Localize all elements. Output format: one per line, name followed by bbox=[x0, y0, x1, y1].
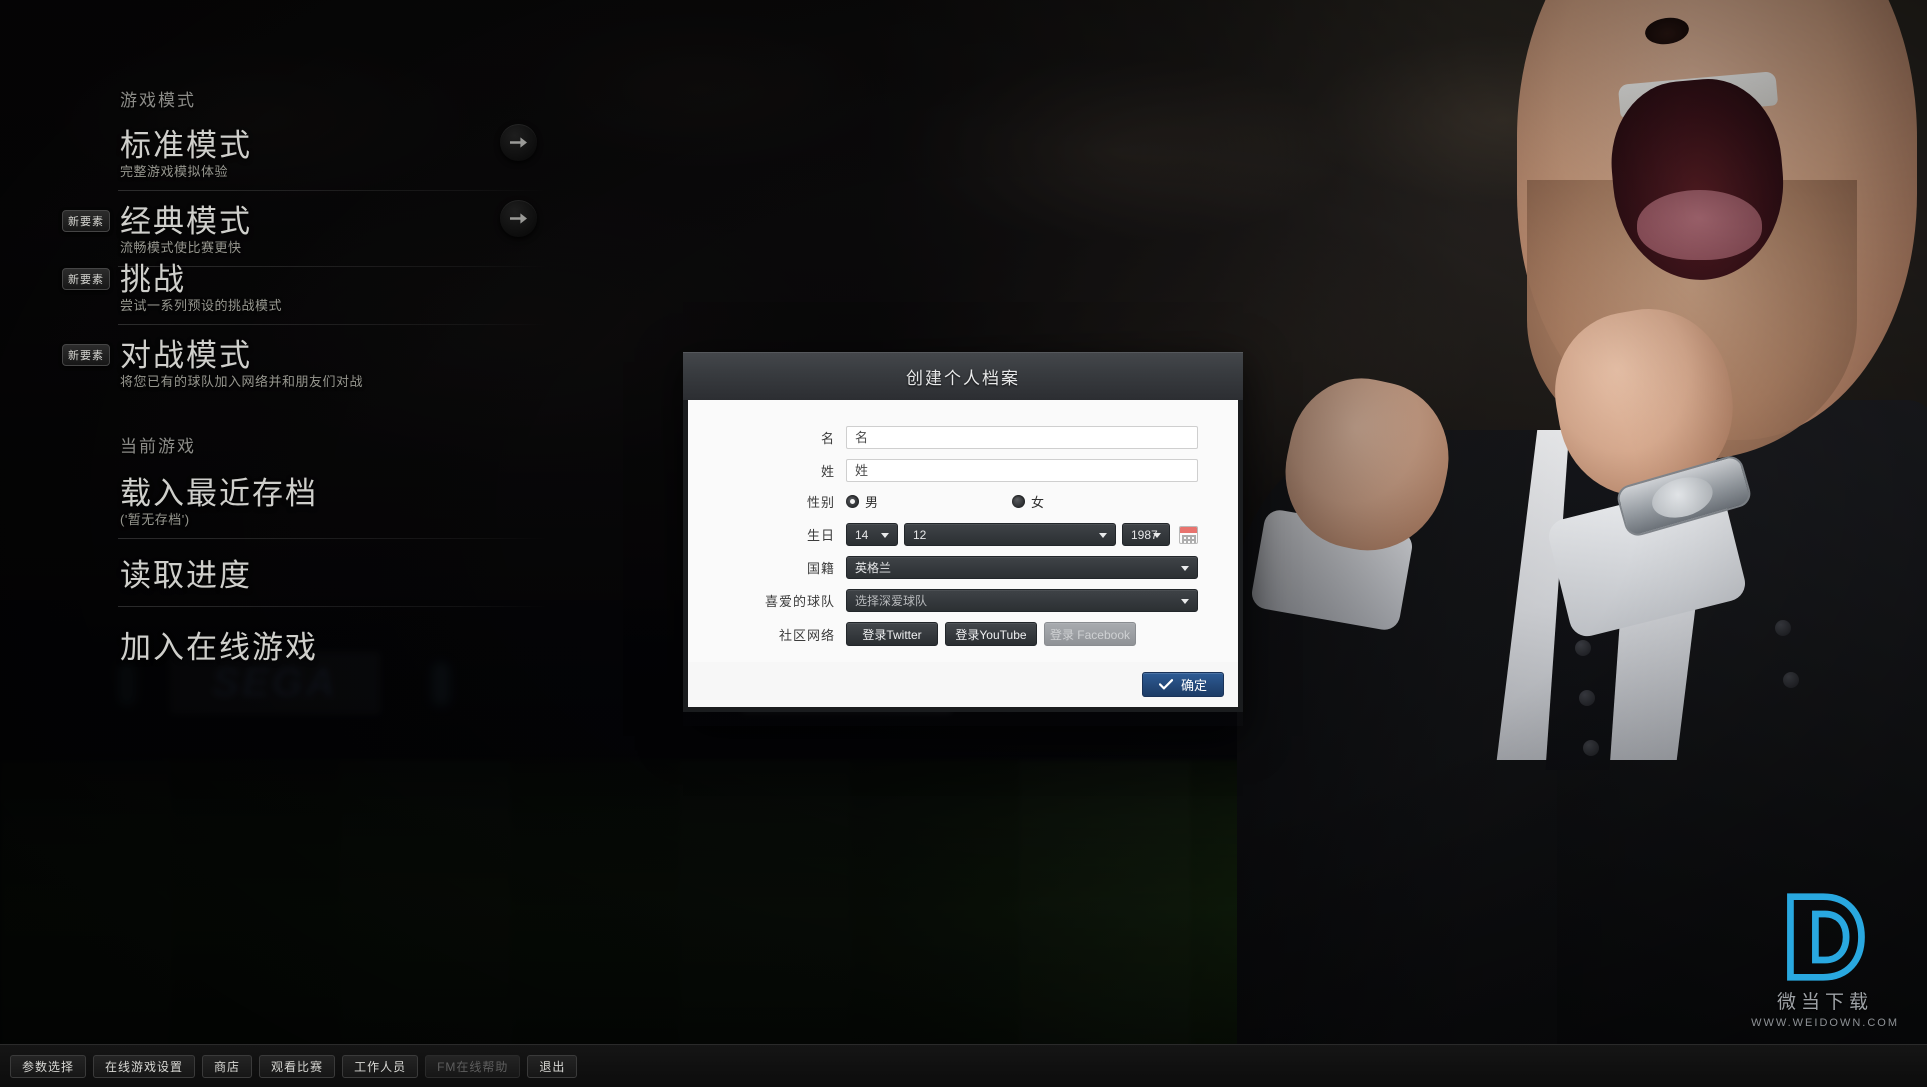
menu-divider bbox=[118, 324, 548, 325]
menu-divider bbox=[118, 190, 548, 191]
new-feature-badge: 新要素 bbox=[62, 268, 110, 290]
chevron-down-icon bbox=[1181, 565, 1189, 571]
confirm-button[interactable]: 确定 bbox=[1141, 672, 1224, 697]
menu-item-subtitle: 尝试一系列预设的挑战模式 bbox=[120, 298, 283, 313]
new-feature-badge: 新要素 bbox=[62, 344, 110, 366]
gender-radio-female[interactable]: 女 bbox=[1012, 492, 1044, 511]
field-row-gender: 性别 男 女 bbox=[728, 492, 1198, 511]
favourite-team-value: 选择深爱球队 bbox=[855, 594, 928, 608]
chevron-down-icon bbox=[1181, 598, 1189, 604]
first-name-input[interactable] bbox=[846, 426, 1198, 449]
menu-item-title: 对战模式 bbox=[120, 338, 252, 373]
create-profile-dialog: 创建个人档案 名 姓 bbox=[683, 352, 1243, 712]
field-row-favourite-team: 喜爱的球队 选择深爱球队 bbox=[728, 589, 1198, 612]
taskbar-button-watch-match[interactable]: 观看比赛 bbox=[259, 1054, 336, 1078]
birthday-month-value: 12 bbox=[913, 527, 927, 542]
social-label: 社区网络 bbox=[778, 627, 835, 643]
login-facebook-button: 登录 Facebook bbox=[1044, 622, 1136, 646]
favourite-team-select[interactable]: 选择深爱球队 bbox=[846, 589, 1198, 612]
chevron-down-icon bbox=[1153, 532, 1161, 538]
last-name-input[interactable] bbox=[846, 459, 1198, 482]
menu-item-title: 读取进度 bbox=[120, 558, 252, 593]
menu-divider bbox=[118, 606, 548, 607]
birthday-day-value: 14 bbox=[855, 527, 869, 542]
radio-selected-icon bbox=[846, 495, 859, 508]
birthday-label: 生日 bbox=[806, 528, 835, 543]
field-row-social: 社区网络 登录Twitter 登录YouTube 登录 Facebook bbox=[728, 622, 1198, 646]
menu-item-title: 标准模式 bbox=[120, 128, 252, 163]
weidown-logo-icon bbox=[1787, 893, 1865, 981]
menu-item-subtitle: 完整游戏模拟体验 bbox=[120, 164, 229, 179]
taskbar-button-exit[interactable]: 退出 bbox=[527, 1054, 578, 1078]
gender-label: 性别 bbox=[806, 495, 835, 510]
taskbar-button-fm-online-help: FM在线帮助 bbox=[425, 1054, 521, 1078]
menu-section-title-game-modes: 游戏模式 bbox=[120, 91, 196, 110]
app-root: SEGA SEGA SEGA bbox=[0, 0, 1927, 1087]
field-row-first-name: 名 bbox=[728, 426, 1198, 449]
nationality-label: 国籍 bbox=[806, 561, 835, 576]
dialog-body: 名 姓 性别 bbox=[683, 400, 1243, 662]
check-icon bbox=[1158, 679, 1173, 690]
menu-item-title: 挑战 bbox=[120, 262, 186, 297]
watermark-url: WWW.WEIDOWN.COM bbox=[1751, 1017, 1899, 1029]
favourite-team-label: 喜爱的球队 bbox=[764, 594, 835, 609]
arrow-right-icon[interactable] bbox=[500, 200, 537, 237]
dialog-title: 创建个人档案 bbox=[906, 369, 1020, 388]
nationality-value: 英格兰 bbox=[855, 561, 892, 575]
watermark: 微当下载 WWW.WEIDOWN.COM bbox=[1751, 889, 1899, 1029]
birthday-year-select[interactable]: 1987 bbox=[1122, 523, 1170, 546]
menu-item-title: 载入最近存档 bbox=[120, 476, 318, 511]
menu-item-subtitle: ('暂无存档') bbox=[120, 512, 190, 527]
chevron-down-icon bbox=[881, 532, 889, 538]
taskbar-button-staff[interactable]: 工作人员 bbox=[342, 1054, 419, 1078]
gender-option-label: 男 bbox=[865, 495, 879, 510]
arrow-right-icon[interactable] bbox=[500, 124, 537, 161]
menu-item-title: 经典模式 bbox=[120, 204, 252, 239]
login-youtube-button[interactable]: 登录YouTube bbox=[945, 622, 1037, 646]
taskbar-button-parameters[interactable]: 参数选择 bbox=[10, 1054, 87, 1078]
bottom-taskbar: 参数选择 在线游戏设置 商店 观看比赛 工作人员 FM在线帮助 退出 bbox=[0, 1044, 1927, 1087]
taskbar-button-online-settings[interactable]: 在线游戏设置 bbox=[93, 1054, 196, 1078]
menu-item-title: 加入在线游戏 bbox=[120, 630, 318, 665]
radio-unselected-icon bbox=[1012, 495, 1026, 508]
field-row-birthday: 生日 14 12 1987 bbox=[728, 523, 1198, 546]
gender-radio-male[interactable]: 男 bbox=[846, 492, 878, 511]
watermark-name: 微当下载 bbox=[1777, 992, 1874, 1013]
new-feature-badge: 新要素 bbox=[62, 210, 110, 232]
nationality-select[interactable]: 英格兰 bbox=[846, 556, 1198, 579]
calendar-icon[interactable] bbox=[1179, 525, 1198, 544]
taskbar-button-store[interactable]: 商店 bbox=[202, 1054, 253, 1078]
last-name-label: 姓 bbox=[820, 464, 835, 479]
gender-option-label: 女 bbox=[1031, 495, 1045, 510]
birthday-day-select[interactable]: 14 bbox=[846, 523, 898, 546]
field-row-last-name: 姓 bbox=[728, 459, 1198, 482]
menu-divider bbox=[118, 538, 548, 539]
login-twitter-button[interactable]: 登录Twitter bbox=[846, 622, 938, 646]
dialog-header: 创建个人档案 bbox=[683, 352, 1243, 400]
dialog-footer: 确定 bbox=[683, 662, 1243, 712]
confirm-button-label: 确定 bbox=[1180, 678, 1207, 693]
field-row-nationality: 国籍 英格兰 bbox=[728, 556, 1198, 579]
first-name-label: 名 bbox=[820, 431, 835, 446]
menu-item-subtitle: 将您已有的球队加入网络并和朋友们对战 bbox=[120, 374, 364, 389]
birthday-month-select[interactable]: 12 bbox=[904, 523, 1116, 546]
chevron-down-icon bbox=[1099, 532, 1107, 538]
menu-section-title-current-game: 当前游戏 bbox=[120, 437, 196, 456]
